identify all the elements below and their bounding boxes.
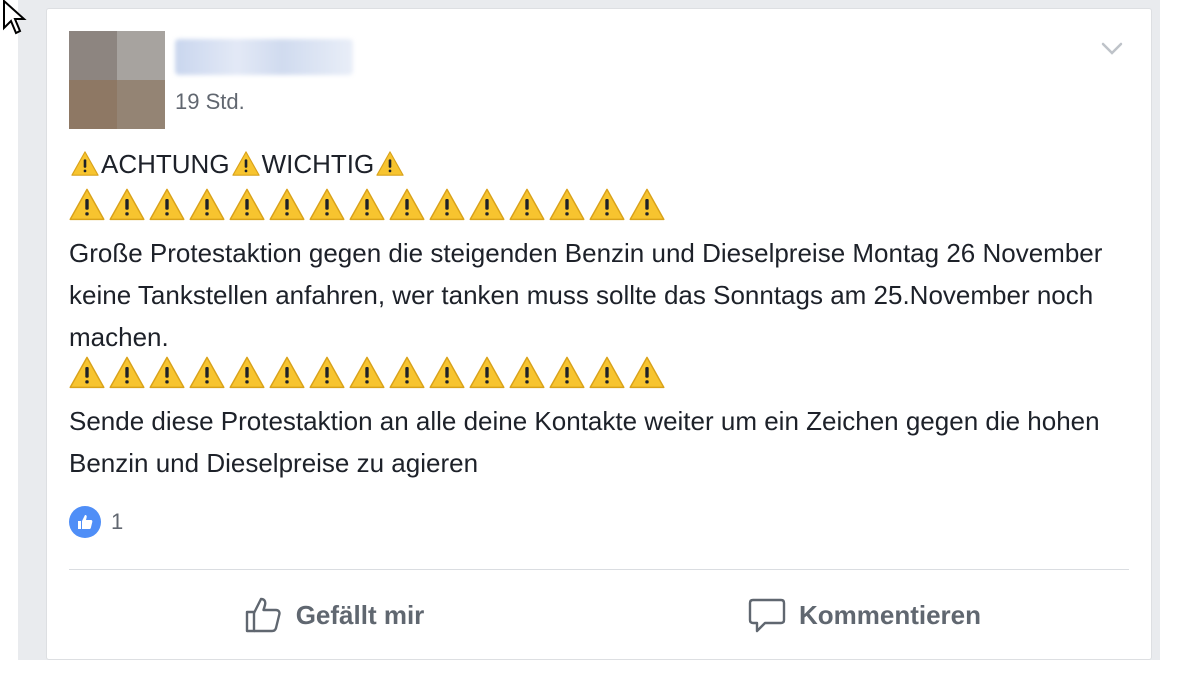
warning-icon <box>109 355 145 403</box>
warning-icon <box>109 187 145 235</box>
warning-icon <box>269 187 305 235</box>
warning-icon <box>469 187 505 235</box>
warning-icon <box>549 355 585 403</box>
warning-icon <box>469 355 505 403</box>
warning-icon <box>389 355 425 403</box>
warning-icon-row <box>69 187 1129 235</box>
warning-icon <box>589 355 625 403</box>
like-button[interactable]: Gefällt mir <box>69 583 599 647</box>
comment-icon <box>748 598 786 633</box>
warning-icon <box>429 355 465 403</box>
headline-word-1: ACHTUNG <box>101 149 230 179</box>
comment-button[interactable]: Kommentieren <box>599 583 1129 647</box>
warning-icon <box>71 148 99 190</box>
warning-icon <box>389 187 425 235</box>
post-paragraph-1: Große Protestaktion gegen die steigenden… <box>69 238 1103 352</box>
warning-icon <box>269 355 305 403</box>
reaction-summary[interactable]: 1 <box>69 506 123 538</box>
post-actions: Gefällt mir Kommentieren <box>69 583 1129 647</box>
warning-icon <box>229 187 265 235</box>
warning-icon <box>189 187 225 235</box>
post-text: ACHTUNG WICHTIG Große Protestaktion gegen… <box>69 143 1129 484</box>
warning-icon <box>509 187 545 235</box>
divider <box>69 569 1129 570</box>
chevron-down-icon[interactable] <box>1101 41 1123 57</box>
warning-icon <box>509 355 545 403</box>
warning-icon <box>349 187 385 235</box>
warning-icon <box>149 187 185 235</box>
warning-icon <box>229 355 265 403</box>
warning-icon <box>629 355 665 403</box>
avatar[interactable] <box>69 31 165 129</box>
thumbs-up-icon <box>245 597 281 633</box>
warning-icon <box>309 355 345 403</box>
warning-icon <box>376 148 404 190</box>
warning-icon <box>69 187 105 235</box>
warning-icon <box>629 187 665 235</box>
headline-word-2: WICHTIG <box>261 149 375 179</box>
post-paragraph-2: Sende diese Protestaktion an alle deine … <box>69 406 1100 478</box>
like-reaction-icon <box>69 506 101 538</box>
warning-icon <box>549 187 585 235</box>
warning-icon <box>69 355 105 403</box>
warning-icon <box>149 355 185 403</box>
comment-button-label: Kommentieren <box>798 599 982 630</box>
post-timestamp[interactable]: 19 Std. <box>175 89 245 115</box>
warning-icon <box>309 187 345 235</box>
warning-icon-row <box>69 355 1129 403</box>
warning-icon <box>429 187 465 235</box>
reaction-count: 1 <box>111 509 124 534</box>
warning-icon <box>589 187 625 235</box>
author-name-blurred[interactable] <box>175 39 353 75</box>
warning-icon <box>231 148 260 190</box>
post-card: 19 Std. ACHTUNG WICHTIG Große Protestakti… <box>46 8 1152 660</box>
like-button-label: Gefällt mir <box>295 599 425 630</box>
warning-icon <box>349 355 385 403</box>
warning-icon <box>189 355 225 403</box>
mouse-cursor-icon <box>3 0 27 35</box>
post-headline: ACHTUNG WICHTIG <box>69 143 1129 190</box>
